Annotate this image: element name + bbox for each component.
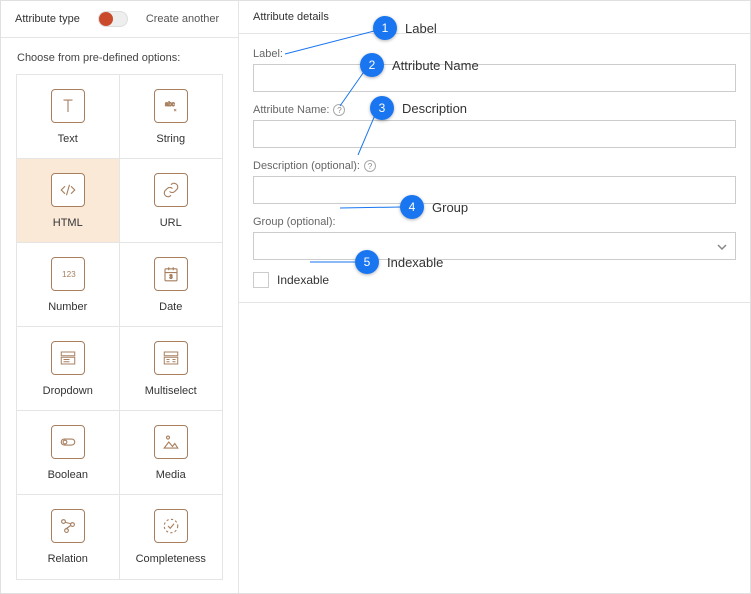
completeness-icon [154,509,188,543]
url-icon [154,173,188,207]
help-icon[interactable]: ? [364,160,376,172]
svg-text:abc: abc [165,102,175,108]
number-icon: 123 [51,257,85,291]
media-icon [154,425,188,459]
type-option-boolean[interactable]: Boolean [17,411,120,495]
type-name: Completeness [136,553,206,565]
type-name: Media [156,469,186,481]
type-option-date[interactable]: 3 Date [120,243,223,327]
type-name: Boolean [48,469,88,481]
attribute-type-label: Attribute type [15,13,80,25]
svg-text:123: 123 [62,270,76,279]
boolean-icon [51,425,85,459]
type-option-number[interactable]: 123 Number [17,243,120,327]
type-option-string[interactable]: abc String [120,75,223,159]
type-name: Date [159,301,182,313]
type-option-multiselect[interactable]: Multiselect [120,327,223,411]
type-option-dropdown[interactable]: Dropdown [17,327,120,411]
type-name: Dropdown [43,385,93,397]
attrname-field-label: Attribute Name: ? [253,104,736,116]
type-name: Relation [48,553,88,565]
attribute-name-input[interactable] [253,120,736,148]
indexable-checkbox[interactable] [253,272,269,288]
group-select[interactable] [253,232,736,260]
attribute-details-title: Attribute details [239,1,750,34]
chevron-down-icon [717,239,727,253]
type-option-html[interactable]: HTML [17,159,120,243]
type-option-url[interactable]: URL [120,159,223,243]
description-field-label: Description (optional): ? [253,160,736,172]
description-input[interactable] [253,176,736,204]
type-name: String [156,133,185,145]
left-header: Attribute type Create another [1,1,238,38]
type-option-completeness[interactable]: Completeness [120,495,223,579]
label-input[interactable] [253,64,736,92]
help-icon[interactable]: ? [333,104,345,116]
indexable-label: Indexable [277,273,329,287]
type-name: URL [160,217,182,229]
string-icon: abc [154,89,188,123]
type-name: HTML [53,217,83,229]
attribute-type-grid: Text abc String HTML URL 123 Number 3 Date Dropdo… [16,74,223,580]
create-another-label: Create another [146,13,219,25]
type-option-media[interactable]: Media [120,411,223,495]
type-name: Text [58,133,78,145]
group-field-label: Group (optional): [253,216,736,228]
dropdown-icon [51,341,85,375]
create-another-toggle[interactable] [98,11,128,27]
type-option-text[interactable]: Text [17,75,120,159]
date-icon: 3 [154,257,188,291]
type-name: Multiselect [145,385,197,397]
label-field-label: Label: [253,48,736,60]
text-icon [51,89,85,123]
type-name: Number [48,301,87,313]
choose-from-label: Choose from pre-defined options: [1,38,238,74]
multiselect-icon [154,341,188,375]
relation-icon [51,509,85,543]
svg-text:3: 3 [169,274,172,280]
html-icon [51,173,85,207]
type-option-relation[interactable]: Relation [17,495,120,579]
